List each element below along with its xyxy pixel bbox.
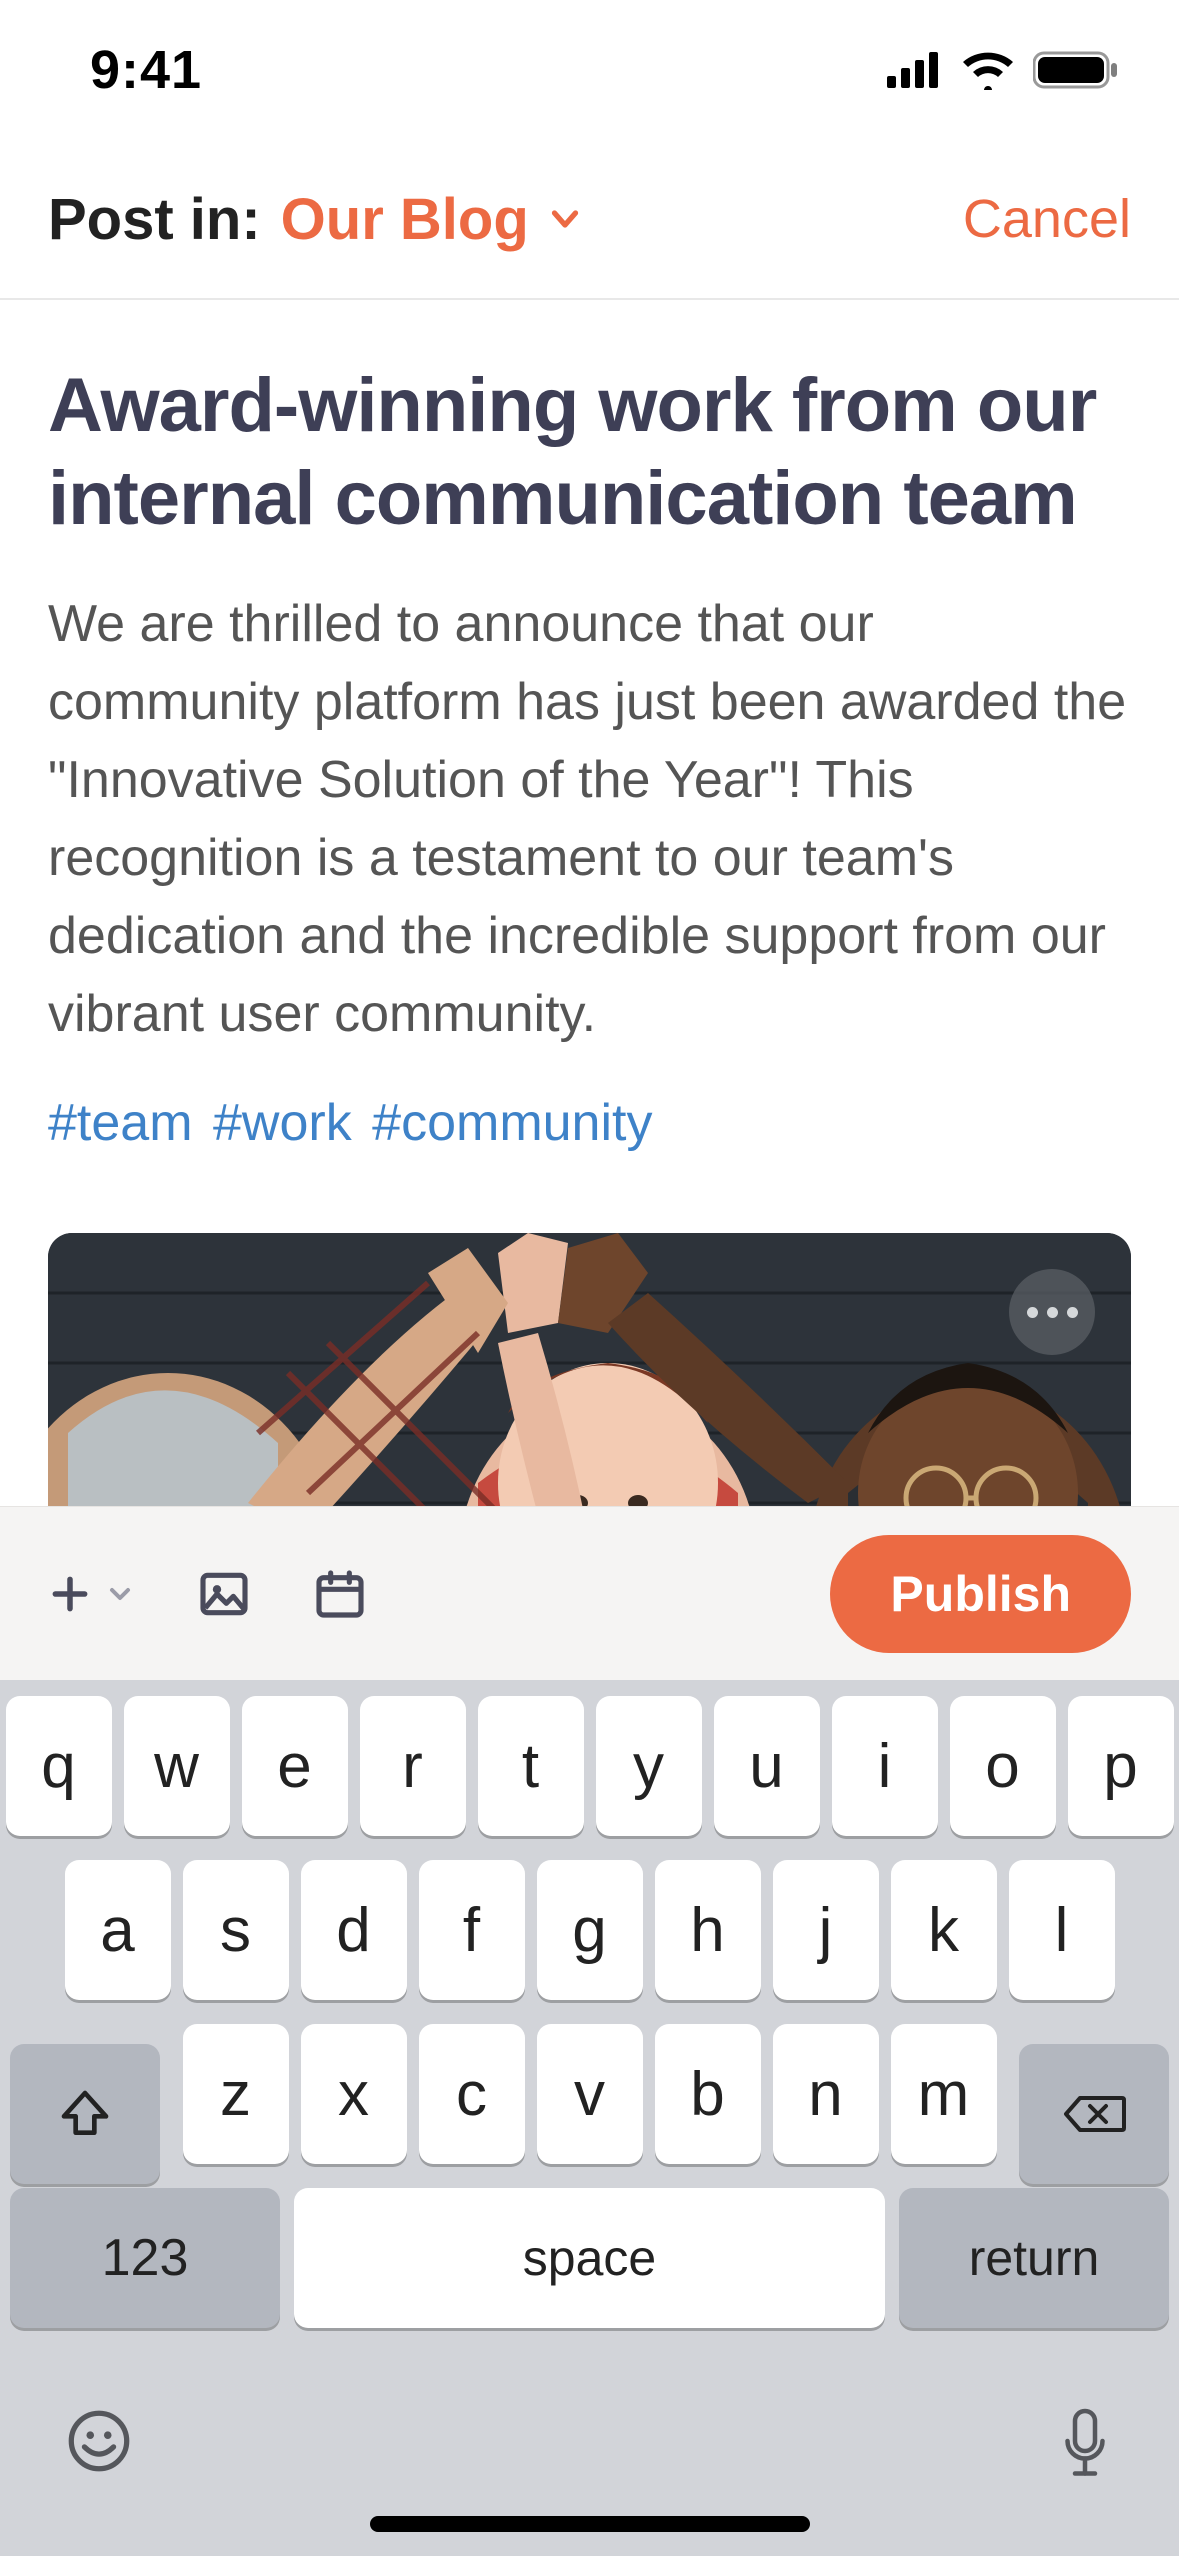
post-title-input[interactable]: Award-winning work from our internal com… <box>48 360 1131 545</box>
key-b[interactable]: b <box>655 2024 761 2164</box>
post-destination-selector[interactable]: Post in: Our Blog <box>48 186 583 253</box>
key-n[interactable]: n <box>773 2024 879 2164</box>
key-e[interactable]: e <box>242 1696 348 1836</box>
system-keyboard: q w e r t y u i o p a s d f g h j k l z … <box>0 1680 1179 2556</box>
image-icon <box>196 1566 252 1622</box>
wifi-icon <box>961 50 1015 90</box>
key-v[interactable]: v <box>537 2024 643 2164</box>
key-t[interactable]: t <box>478 1696 584 1836</box>
plus-icon <box>48 1572 92 1616</box>
cancel-button[interactable]: Cancel <box>963 188 1131 250</box>
backspace-icon <box>1062 2090 1126 2138</box>
key-h[interactable]: h <box>655 1860 761 2000</box>
calendar-icon <box>312 1566 368 1622</box>
editor-toolbar: Publish <box>0 1506 1179 1680</box>
microphone-icon <box>1055 2406 1115 2486</box>
key-f[interactable]: f <box>419 1860 525 2000</box>
compose-header: Post in: Our Blog Cancel <box>0 140 1179 300</box>
status-icons <box>887 50 1119 90</box>
post-editor[interactable]: Award-winning work from our internal com… <box>0 300 1179 1193</box>
key-a[interactable]: a <box>65 1860 171 2000</box>
key-m[interactable]: m <box>891 2024 997 2164</box>
hashtag[interactable]: #team <box>48 1094 193 1152</box>
key-g[interactable]: g <box>537 1860 643 2000</box>
battery-icon <box>1033 50 1119 90</box>
key-return[interactable]: return <box>899 2188 1169 2328</box>
cellular-icon <box>887 52 943 88</box>
emoji-button[interactable] <box>64 2406 134 2481</box>
key-o[interactable]: o <box>950 1696 1056 1836</box>
key-backspace[interactable] <box>1019 2044 1169 2184</box>
key-j[interactable]: j <box>773 1860 879 2000</box>
key-d[interactable]: d <box>301 1860 407 2000</box>
post-in-destination: Our Blog <box>281 186 583 253</box>
key-numbers[interactable]: 123 <box>10 2188 280 2328</box>
key-i[interactable]: i <box>832 1696 938 1836</box>
post-hashtags[interactable]: #team #work #community <box>48 1093 1131 1153</box>
key-c[interactable]: c <box>419 2024 525 2164</box>
status-time: 9:41 <box>90 39 202 101</box>
key-q[interactable]: q <box>6 1696 112 1836</box>
key-p[interactable]: p <box>1068 1696 1174 1836</box>
key-shift[interactable] <box>10 2044 160 2184</box>
insert-image-button[interactable] <box>196 1566 252 1622</box>
keyboard-row-3: z x c v b n m <box>10 2024 1169 2164</box>
image-more-button[interactable] <box>1009 1269 1095 1355</box>
post-body-input[interactable]: We are thrilled to announce that our com… <box>48 585 1131 1053</box>
key-l[interactable]: l <box>1009 1860 1115 2000</box>
post-in-label: Post in: <box>48 186 261 253</box>
add-block-button[interactable] <box>48 1572 136 1616</box>
key-space[interactable]: space <box>294 2188 885 2328</box>
key-s[interactable]: s <box>183 1860 289 2000</box>
key-k[interactable]: k <box>891 1860 997 2000</box>
status-bar: 9:41 <box>0 0 1179 140</box>
keyboard-row-2: a s d f g h j k l <box>10 1860 1169 2000</box>
keyboard-row-4: 123 space return <box>10 2188 1169 2328</box>
hashtag[interactable]: #work <box>213 1094 352 1152</box>
key-z[interactable]: z <box>183 2024 289 2164</box>
hashtag[interactable]: #community <box>372 1094 652 1152</box>
dictation-button[interactable] <box>1055 2406 1115 2491</box>
key-w[interactable]: w <box>124 1696 230 1836</box>
keyboard-row-1: q w e r t y u i o p <box>10 1696 1169 1836</box>
home-indicator[interactable] <box>370 2516 810 2532</box>
emoji-icon <box>64 2406 134 2476</box>
key-y[interactable]: y <box>596 1696 702 1836</box>
shift-icon <box>57 2086 113 2142</box>
destination-name: Our Blog <box>281 186 529 253</box>
chevron-down-icon <box>104 1578 136 1610</box>
key-r[interactable]: r <box>360 1696 466 1836</box>
key-x[interactable]: x <box>301 2024 407 2164</box>
publish-button[interactable]: Publish <box>830 1535 1131 1653</box>
chevron-down-icon <box>547 201 583 237</box>
more-icon <box>1027 1307 1038 1318</box>
insert-date-button[interactable] <box>312 1566 368 1622</box>
key-u[interactable]: u <box>714 1696 820 1836</box>
